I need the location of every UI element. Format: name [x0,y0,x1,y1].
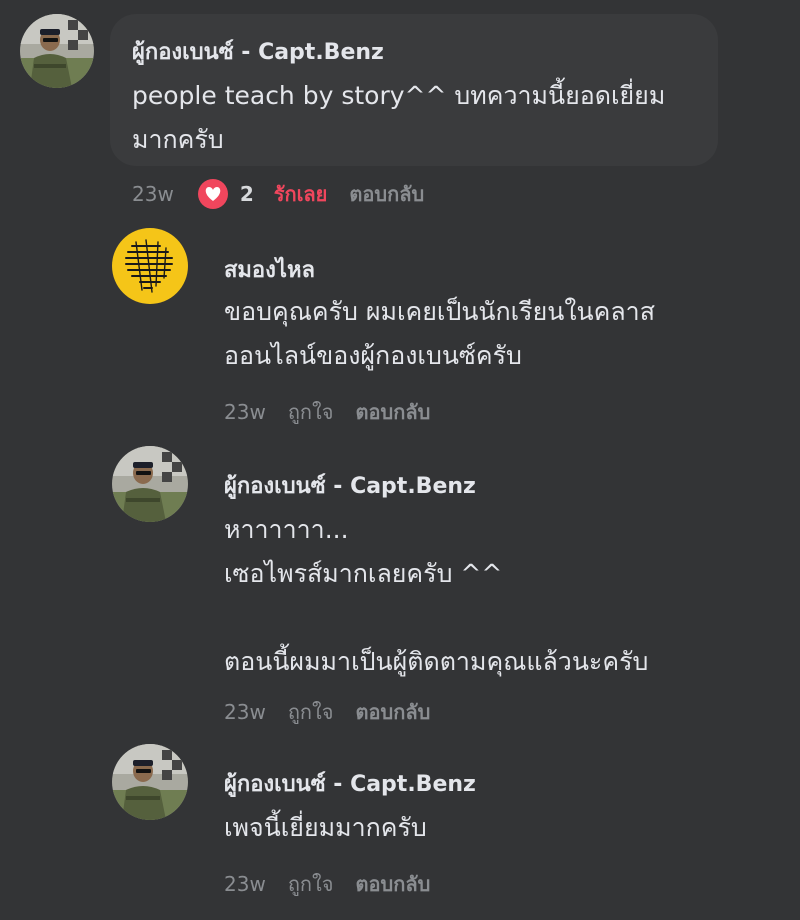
comment-timestamp[interactable]: 23w [224,400,266,424]
comment-actions: 23w ถูกใจ ตอบกลับ [224,396,430,428]
reply-button[interactable]: ตอบกลับ [356,868,431,900]
reaction-count[interactable]: 2 [240,182,254,206]
comment-author[interactable]: สมองไหล [224,252,315,287]
comment-actions: 23w ถูกใจ ตอบกลับ [224,696,430,728]
comment-text: เพจนี้เยี่ยมมากครับ [224,813,427,842]
comment-thread: ผู้กองเบนซ์ - Capt.Benz people teach by … [0,0,800,920]
like-button[interactable]: ถูกใจ [288,396,334,428]
avatar[interactable] [20,14,94,88]
comment-text: ขอบคุณครับ ผมเคยเป็นนักเรียนในคลาส ออนไล… [224,297,655,370]
avatar[interactable] [112,228,188,304]
like-button[interactable]: ถูกใจ [288,868,334,900]
comment-author[interactable]: ผู้กองเบนซ์ - Capt.Benz [132,34,384,69]
reply-button[interactable]: ตอบกลับ [349,178,424,210]
comment-timestamp[interactable]: 23w [132,182,174,206]
heart-icon[interactable] [197,179,228,209]
comment-text: หาาาาาา... เซอไพรส์มากเลยครับ ^^ ตอนนี้ผ… [224,515,649,676]
comment-author[interactable]: ผู้กองเบนซ์ - Capt.Benz [224,766,476,801]
comment-timestamp[interactable]: 23w [224,700,266,724]
like-button[interactable]: ถูกใจ [288,696,334,728]
comment-actions: 23w 2 รักเลย ตอบกลับ [132,178,424,210]
comment-actions: 23w ถูกใจ ตอบกลับ [224,868,430,900]
comment-text: people teach by story^^ บทความนี้ยอดเยี่… [132,81,666,154]
reply-button[interactable]: ตอบกลับ [356,396,431,428]
avatar[interactable] [112,446,188,522]
comment-author[interactable]: ผู้กองเบนซ์ - Capt.Benz [224,468,476,503]
love-reaction-button[interactable]: รักเลย [274,178,328,210]
avatar[interactable] [112,744,188,820]
reply-button[interactable]: ตอบกลับ [356,696,431,728]
comment-timestamp[interactable]: 23w [224,872,266,896]
